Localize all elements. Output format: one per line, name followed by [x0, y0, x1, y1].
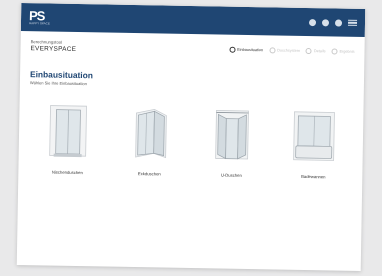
page-frame: PS HAPPY SPACE Berechnungstool EVERYSPAC… [16, 3, 366, 271]
option-label: Badewannen [301, 173, 326, 180]
option-list: Nischenduschen Eckduschen U-Duschen Bade… [18, 101, 363, 180]
step-circle-icon [331, 48, 338, 55]
step-circle-icon [305, 47, 312, 55]
tool-header: Berechnungstool EVERYSPACE [30, 39, 76, 53]
option-badewannen[interactable]: Badewannen [277, 106, 350, 180]
step-einbausituation[interactable]: Einbausituation [229, 46, 263, 54]
option-label: Nischenduschen [51, 169, 83, 176]
bathtub-icon [293, 111, 335, 161]
corner-shower-icon [135, 108, 167, 159]
u-shower-icon [215, 110, 249, 160]
step-ergebnis[interactable]: Ergebnis [331, 48, 355, 55]
option-label: Eckduschen [137, 171, 161, 177]
option-eckduschen[interactable]: Eckduschen [113, 103, 186, 177]
tool-label: Berechnungstool [30, 39, 63, 45]
niche-shower-icon [49, 105, 87, 158]
brand-logo[interactable]: PS HAPPY SPACE [29, 8, 50, 25]
page-title: Einbausituation [29, 69, 93, 81]
step-duschsystem[interactable]: Duschsystem [269, 47, 300, 54]
option-nischenduschen[interactable]: Nischenduschen [31, 101, 104, 175]
page-subtitle: Wählen Sie Ihre Einbausituation [29, 80, 87, 87]
user-icon[interactable] [321, 18, 330, 26]
step-circle-icon [229, 46, 236, 53]
step-details[interactable]: Details [305, 47, 326, 55]
option-label: U-Duschen [220, 172, 242, 178]
menu-icon[interactable] [347, 19, 358, 27]
step-indicator: Einbausituation Duschsystem Details Erge… [229, 46, 355, 55]
top-navbar: PS HAPPY SPACE [20, 3, 366, 38]
brand-name: EVERYSPACE [30, 45, 77, 53]
step-circle-icon [269, 47, 276, 54]
home-icon[interactable] [334, 18, 343, 27]
search-icon[interactable] [308, 18, 317, 26]
option-u-duschen[interactable]: U-Duschen [195, 104, 268, 178]
